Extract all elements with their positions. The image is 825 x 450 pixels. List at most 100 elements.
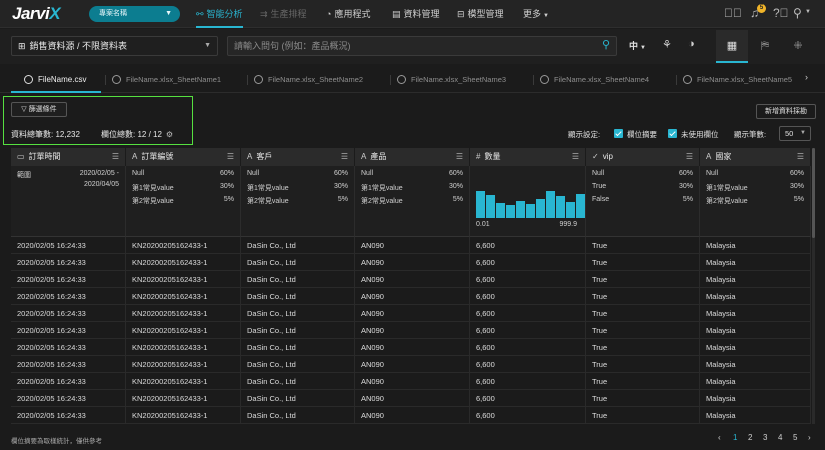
table-cell[interactable]: AN090 [355, 271, 470, 288]
column-header[interactable]: A 訂單編號 ☰ [126, 148, 241, 166]
table-cell[interactable]: Malaysia [700, 288, 811, 305]
help-icon[interactable]: ?⃝ [773, 6, 789, 20]
file-tab[interactable]: FileName.csv [24, 71, 86, 89]
network-view-button[interactable]: ⁜ [782, 30, 814, 63]
next-page-button[interactable]: › [808, 433, 811, 442]
table-cell[interactable]: 2020/02/05 16:24:33 [11, 288, 126, 305]
column-header[interactable]: ▭ 訂單時間 ☰ [11, 148, 126, 166]
table-cell[interactable]: True [586, 237, 700, 254]
summary-checkbox[interactable]: 欄位摘要 [614, 129, 657, 140]
table-cell[interactable]: 6,600 [470, 356, 586, 373]
histogram-bar[interactable] [546, 191, 555, 218]
page-number[interactable]: 3 [763, 433, 767, 442]
page-number[interactable]: 2 [748, 433, 752, 442]
table-cell[interactable]: DaSin Co., Ltd [241, 271, 355, 288]
table-cell[interactable]: AN090 [355, 254, 470, 271]
chart-view-button[interactable]: ⛿ [749, 30, 781, 63]
table-cell[interactable]: 6,600 [470, 305, 586, 322]
table-cell[interactable]: 6,600 [470, 237, 586, 254]
table-cell[interactable]: DaSin Co., Ltd [241, 288, 355, 305]
table-cell[interactable]: 6,600 [470, 373, 586, 390]
sort-menu-icon[interactable]: ☰ [227, 148, 234, 166]
histogram-bar[interactable] [556, 196, 565, 218]
column-header[interactable]: A 國家 ☰ [700, 148, 811, 166]
table-cell[interactable]: DaSin Co., Ltd [241, 356, 355, 373]
table-cell[interactable]: Malaysia [700, 407, 811, 424]
table-cell[interactable]: KN20200205162433-1 [126, 305, 241, 322]
table-cell[interactable]: Malaysia [700, 322, 811, 339]
column-header[interactable]: ✓ vip ☰ [586, 148, 700, 166]
search-icon[interactable]: ⚲ [602, 38, 610, 51]
table-cell[interactable]: Malaysia [700, 305, 811, 322]
file-tab[interactable]: FileName.xlsx_SheetName5 [683, 71, 803, 89]
table-cell[interactable]: KN20200205162433-1 [126, 407, 241, 424]
table-cell[interactable]: Malaysia [700, 254, 811, 271]
file-tab[interactable]: FileName.xlsx_SheetName1 [112, 71, 221, 89]
nav-item-schedule[interactable]: ⇉ 生產排程 [260, 0, 307, 28]
table-cell[interactable]: Malaysia [700, 339, 811, 356]
histogram-bar[interactable] [526, 204, 535, 218]
table-cell[interactable]: KN20200205162433-1 [126, 322, 241, 339]
chevron-right-icon[interactable]: › [805, 72, 808, 82]
histogram-bar[interactable] [576, 194, 585, 218]
table-cell[interactable]: 6,600 [470, 288, 586, 305]
table-cell[interactable]: AN090 [355, 356, 470, 373]
new-mining-button[interactable]: 新增資料採勘 [756, 104, 816, 119]
table-cell[interactable]: KN20200205162433-1 [126, 339, 241, 356]
table-cell[interactable]: Malaysia [700, 237, 811, 254]
table-cell[interactable]: KN20200205162433-1 [126, 288, 241, 305]
filter-button[interactable]: ▽ 篩選條件 [11, 102, 67, 117]
table-cell[interactable]: KN20200205162433-1 [126, 356, 241, 373]
file-tab[interactable]: FileName.xlsx_SheetName2 [254, 71, 363, 89]
histogram-bar[interactable] [496, 203, 505, 218]
nav-item-analysis[interactable]: ⚯ 智能分析 [196, 0, 243, 28]
table-cell[interactable]: Malaysia [700, 390, 811, 407]
table-cell[interactable]: Malaysia [700, 271, 811, 288]
table-cell[interactable]: True [586, 339, 700, 356]
sort-menu-icon[interactable]: ☰ [572, 148, 579, 166]
page-number[interactable]: 1 [733, 433, 737, 442]
table-cell[interactable]: 6,600 [470, 254, 586, 271]
sort-menu-icon[interactable]: ☰ [686, 148, 693, 166]
table-cell[interactable]: True [586, 373, 700, 390]
table-cell[interactable]: 6,600 [470, 339, 586, 356]
table-cell[interactable]: KN20200205162433-1 [126, 373, 241, 390]
sort-menu-icon[interactable]: ☰ [456, 148, 463, 166]
nav-item-model-management[interactable]: ⊟ 模型管理 [457, 0, 504, 28]
table-cell[interactable]: DaSin Co., Ltd [241, 237, 355, 254]
table-cell[interactable]: DaSin Co., Ltd [241, 322, 355, 339]
table-cell[interactable]: 2020/02/05 16:24:33 [11, 390, 126, 407]
table-cell[interactable]: 2020/02/05 16:24:33 [11, 356, 126, 373]
check-circle-icon[interactable]: ✓⃝ [724, 6, 742, 20]
table-cell[interactable]: True [586, 322, 700, 339]
table-cell[interactable]: True [586, 390, 700, 407]
table-cell[interactable]: AN090 [355, 237, 470, 254]
table-cell[interactable]: DaSin Co., Ltd [241, 339, 355, 356]
table-cell[interactable]: AN090 [355, 305, 470, 322]
histogram-bar[interactable] [536, 199, 545, 218]
gear-icon[interactable]: ⚙ [166, 130, 173, 139]
table-cell[interactable]: DaSin Co., Ltd [241, 254, 355, 271]
table-cell[interactable]: 2020/02/05 16:24:33 [11, 271, 126, 288]
table-cell[interactable]: KN20200205162433-1 [126, 254, 241, 271]
table-view-button[interactable]: ▦ [716, 30, 748, 63]
logo[interactable]: JarviX [12, 4, 61, 24]
column-header[interactable]: A 產品 ☰ [355, 148, 470, 166]
page-size-select[interactable]: 50 ▼ [779, 126, 811, 141]
prev-page-button[interactable]: ‹ [718, 433, 721, 442]
file-tab[interactable]: FileName.xlsx_SheetName3 [397, 71, 506, 89]
column-header[interactable]: # 數量 ☰ [470, 148, 586, 166]
table-cell[interactable]: True [586, 305, 700, 322]
chevron-down-icon[interactable]: ▼ [805, 9, 811, 15]
histogram-bar[interactable] [476, 191, 485, 218]
table-cell[interactable]: KN20200205162433-1 [126, 237, 241, 254]
table-cell[interactable]: AN090 [355, 407, 470, 424]
histogram-bar[interactable] [486, 195, 495, 218]
nav-item-more[interactable]: 更多 ▼ [523, 0, 549, 28]
palette-icon[interactable]: ◑ [688, 38, 695, 50]
table-cell[interactable]: DaSin Co., Ltd [241, 390, 355, 407]
language-selector[interactable]: 中 ▼ [629, 39, 646, 52]
histogram-bar[interactable] [566, 202, 575, 218]
table-cell[interactable]: 2020/02/05 16:24:33 [11, 237, 126, 254]
page-number[interactable]: 5 [793, 433, 797, 442]
